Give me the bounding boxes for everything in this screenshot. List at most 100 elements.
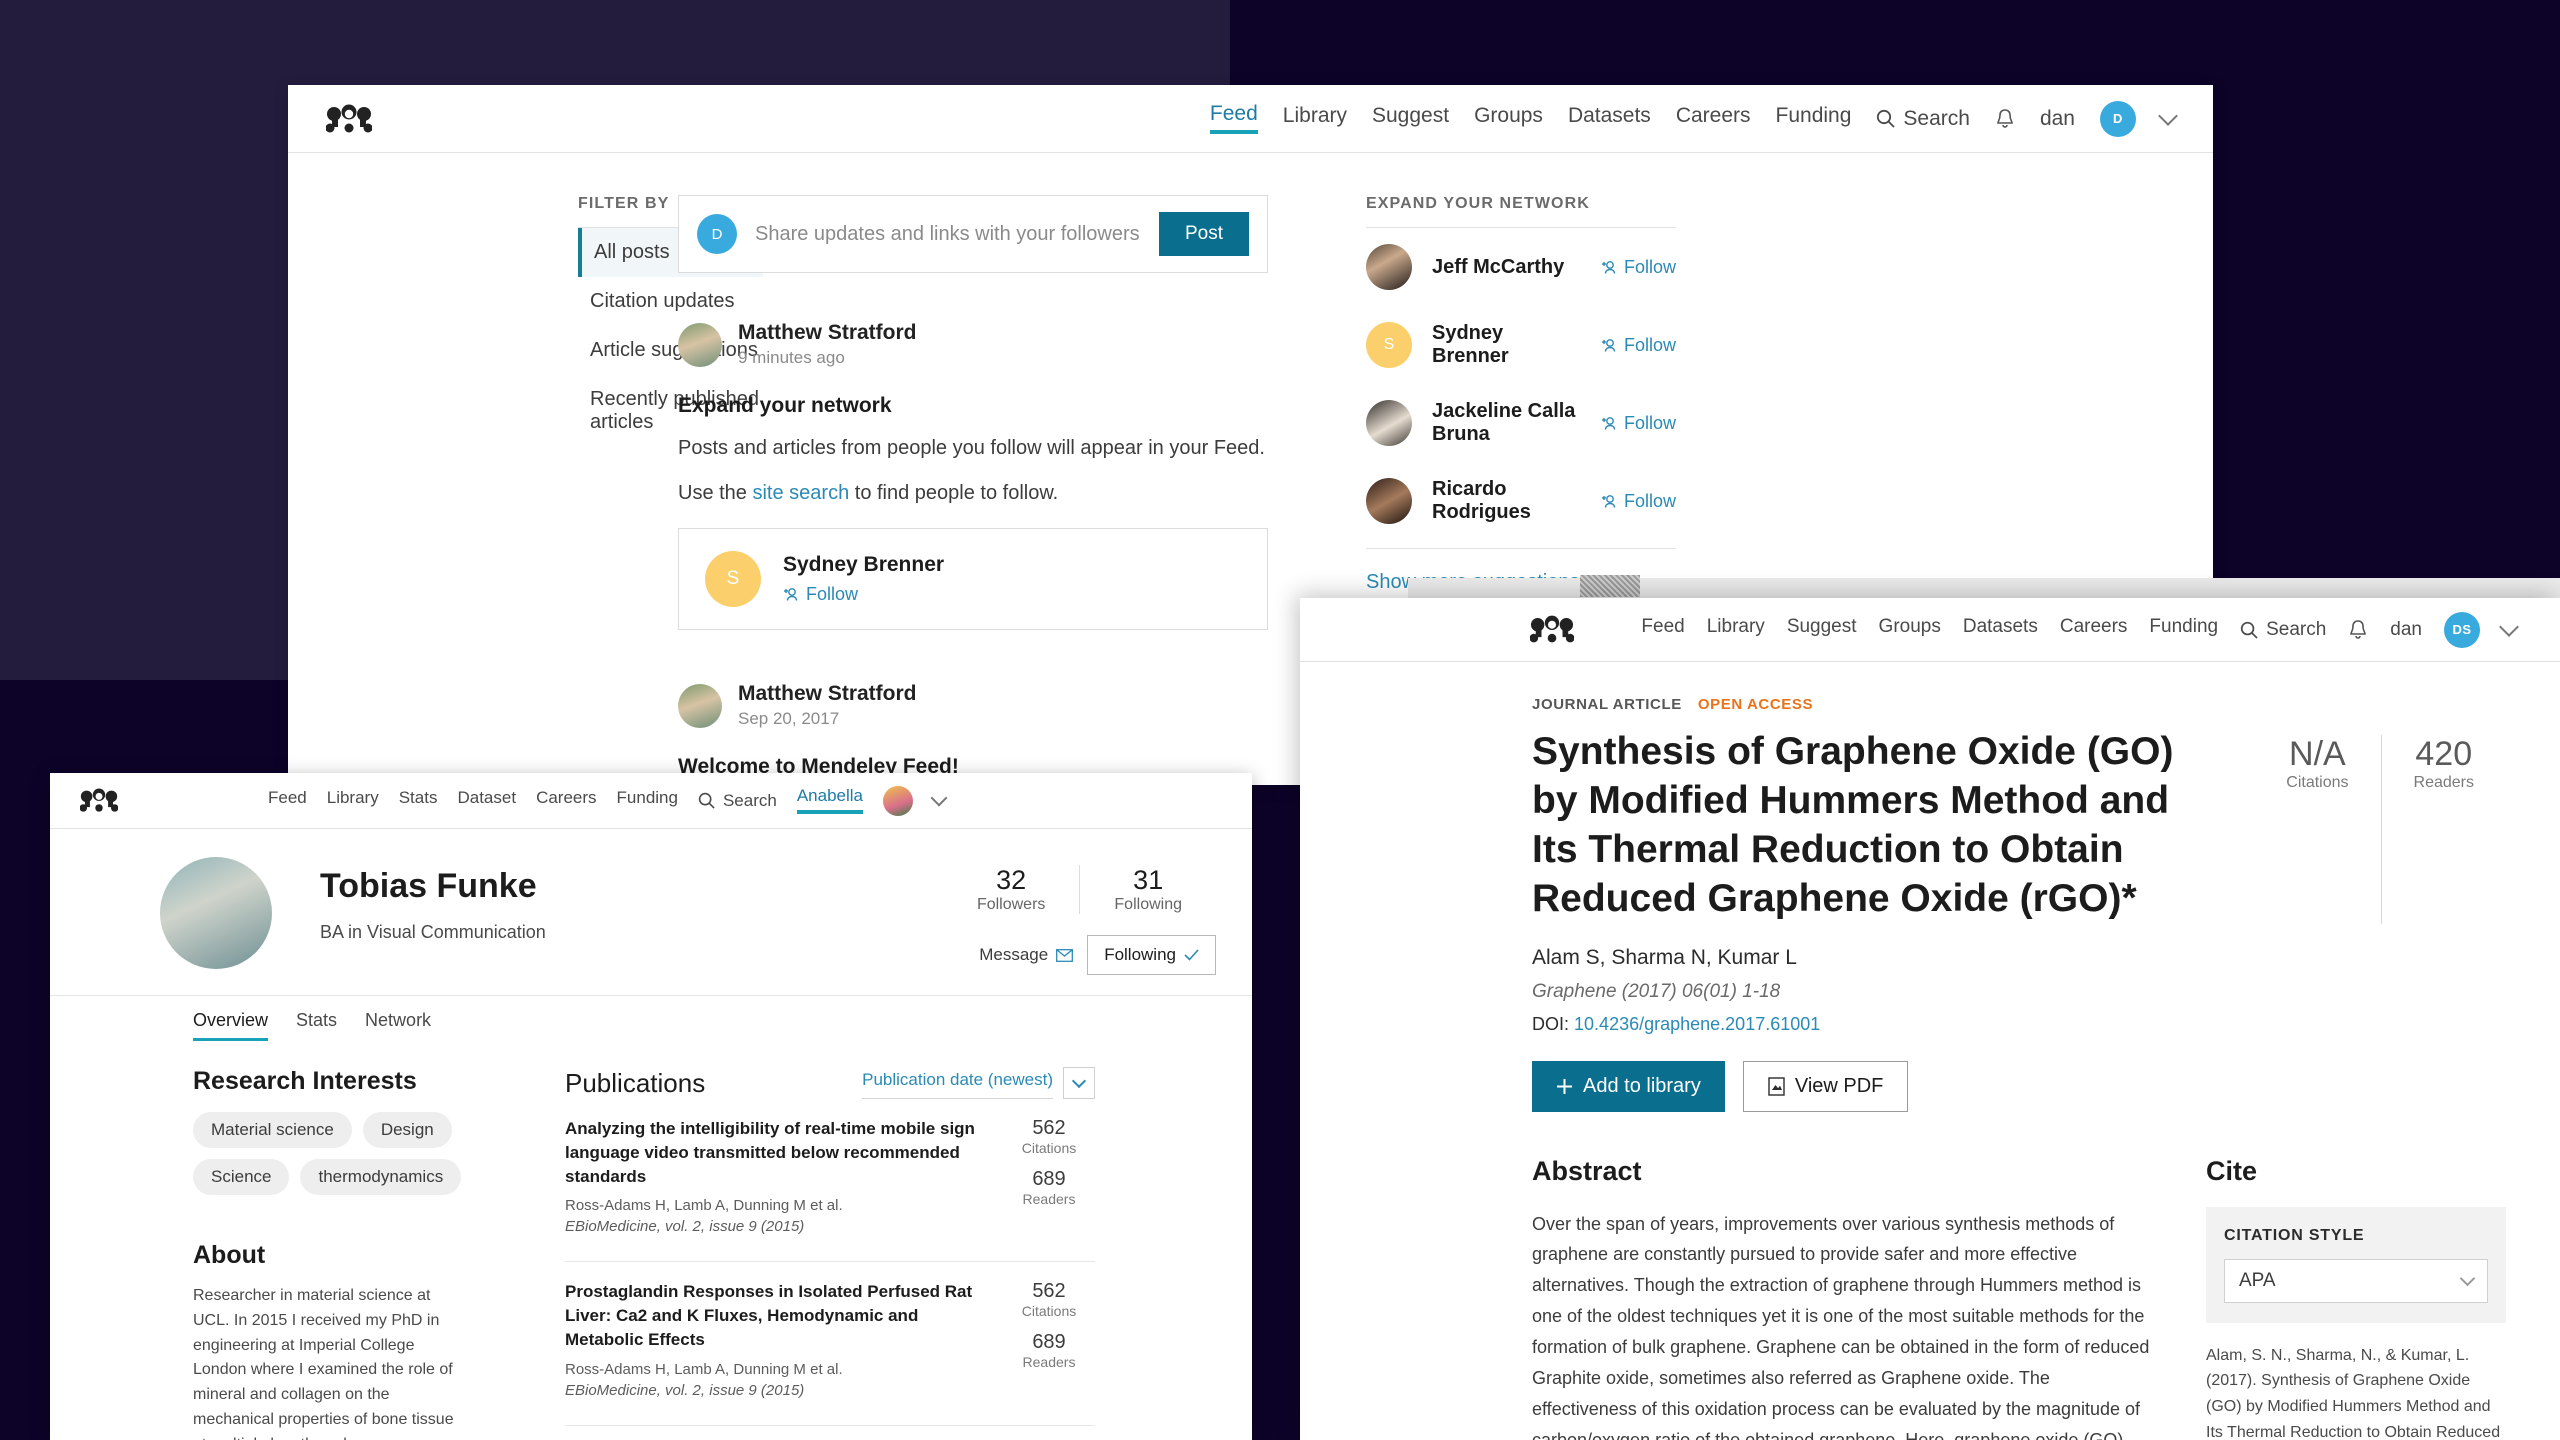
nav-item-feed[interactable]: Feed: [1641, 617, 1684, 642]
cite-column: Cite CITATION STYLE APA Alam, S. N., Sha…: [2206, 1156, 2506, 1440]
notifications-button[interactable]: [1995, 108, 2015, 130]
followers-stat[interactable]: 32 Followers: [943, 865, 1079, 914]
person-avatar[interactable]: S: [1366, 322, 1412, 368]
post-timestamp: Sep 20, 2017: [738, 709, 840, 728]
person-name[interactable]: Sydney Brenner: [1432, 322, 1581, 368]
follow-person-icon: [784, 588, 798, 601]
feed-column: D Share updates and links with your foll…: [678, 195, 1268, 785]
tag-science[interactable]: Science: [193, 1159, 290, 1195]
nav-item-funding[interactable]: Funding: [617, 789, 678, 812]
nav-item-groups[interactable]: Groups: [1879, 617, 1941, 642]
notifications-button[interactable]: [2348, 619, 2368, 641]
following-stat[interactable]: 31 Following: [1079, 865, 1216, 914]
publication-row[interactable]: Joint effects of Epstein-Barr virus and …: [565, 1426, 1095, 1440]
nav-item-groups[interactable]: Groups: [1474, 105, 1543, 132]
post-author-avatar[interactable]: [678, 683, 722, 728]
add-to-library-button[interactable]: Add to library: [1532, 1060, 1725, 1112]
nav-item-feed[interactable]: Feed: [1209, 103, 1258, 134]
follow-button[interactable]: Follow: [1601, 413, 1676, 434]
chevron-down-icon[interactable]: [2499, 617, 2519, 637]
suggestion-avatar[interactable]: S: [705, 551, 761, 607]
publication-main: Analyzing the intelligibility of real-ti…: [565, 1117, 1003, 1235]
post-line-1: Posts and articles from people you follo…: [678, 437, 1265, 459]
person-name[interactable]: Jackeline Calla Bruna: [1432, 400, 1581, 446]
publications-sort[interactable]: Publication date (newest): [862, 1067, 1095, 1099]
nav-item-datasets[interactable]: Datasets: [1963, 617, 2038, 642]
person-avatar[interactable]: [1366, 478, 1412, 524]
follow-button[interactable]: Follow: [1601, 335, 1676, 356]
follow-button[interactable]: Follow: [783, 584, 944, 605]
site-search-link[interactable]: site search: [752, 482, 849, 504]
citations-count: 562: [1032, 1280, 1066, 1303]
chevron-down-icon[interactable]: [2158, 106, 2178, 126]
nav-item-library[interactable]: Library: [327, 789, 379, 812]
publication-row[interactable]: Prostaglandin Responses in Isolated Perf…: [565, 1262, 1095, 1426]
about-text: Researcher in material science at UCL. I…: [193, 1287, 454, 1440]
nav-item-careers[interactable]: Careers: [2060, 617, 2128, 642]
nav-item-stats[interactable]: Stats: [399, 789, 438, 812]
check-icon: [1184, 949, 1199, 961]
search-button[interactable]: Search: [1876, 107, 1970, 131]
bell-icon: [2350, 619, 2367, 639]
suggestion-name[interactable]: Sydney Brenner: [783, 553, 944, 577]
post-line2-pre: Use the: [678, 482, 753, 504]
chevron-down-icon[interactable]: [930, 789, 948, 807]
follow-person-icon: [1601, 494, 1616, 508]
search-button[interactable]: Search: [2240, 619, 2326, 641]
search-icon: [1877, 109, 1896, 128]
doi-link[interactable]: 10.4236/graphene.2017.61001: [1574, 1014, 1820, 1034]
citation-style-label: CITATION STYLE: [2224, 1226, 2365, 1244]
avatar[interactable]: DS: [2444, 611, 2480, 648]
tag-material-science[interactable]: Material science: [193, 1112, 352, 1148]
view-pdf-button[interactable]: View PDF: [1742, 1060, 1909, 1112]
nav-item-careers[interactable]: Careers: [1676, 105, 1751, 132]
message-button[interactable]: Message: [979, 945, 1074, 965]
nav-item-careers[interactable]: Careers: [536, 789, 596, 812]
person-name[interactable]: Jeff McCarthy: [1432, 256, 1581, 279]
follow-button[interactable]: Follow: [1601, 491, 1676, 512]
avatar[interactable]: [883, 785, 914, 816]
tag-design[interactable]: Design: [362, 1112, 452, 1148]
suggestion-card: S Sydney Brenner Follow: [678, 528, 1268, 630]
nav-item-funding[interactable]: Funding: [2149, 617, 2218, 642]
search-icon: [698, 792, 715, 809]
nav-item-library[interactable]: Library: [1707, 617, 1765, 642]
post-author-name[interactable]: Matthew Stratford: [738, 321, 917, 345]
person-name[interactable]: Ricardo Rodrigues: [1432, 478, 1581, 524]
tab-stats[interactable]: Stats: [296, 1010, 337, 1041]
nav-item-suggest[interactable]: Suggest: [1787, 617, 1857, 642]
tab-network[interactable]: Network: [365, 1010, 431, 1041]
sort-dropdown-button[interactable]: [1063, 1067, 1095, 1099]
tab-overview[interactable]: Overview: [193, 1010, 269, 1041]
nav-item-library[interactable]: Library: [1283, 105, 1347, 132]
nav-item-dataset[interactable]: Dataset: [457, 789, 516, 812]
profile-meta: Tobias Funke BA in Visual Communication: [320, 857, 546, 943]
share-box: D Share updates and links with your foll…: [678, 195, 1268, 273]
citation-style-select[interactable]: APA: [2224, 1258, 2488, 1303]
nav-item-feed[interactable]: Feed: [268, 789, 307, 812]
citations-value: N/A: [2289, 735, 2346, 773]
nav-item-funding[interactable]: Funding: [1776, 105, 1852, 132]
person-avatar[interactable]: [1366, 244, 1412, 290]
person-avatar[interactable]: [1366, 400, 1412, 446]
nav-item-datasets[interactable]: Datasets: [1568, 105, 1651, 132]
tag-thermodynamics[interactable]: thermodynamics: [300, 1159, 462, 1195]
share-input[interactable]: Share updates and links with your follow…: [755, 223, 1141, 246]
nav-item-user[interactable]: Anabella: [796, 787, 864, 814]
publication-title[interactable]: Analyzing the intelligibility of real-ti…: [565, 1117, 979, 1188]
post-button[interactable]: Post: [1158, 212, 1249, 256]
post-timestamp: 9 minutes ago: [738, 348, 845, 367]
search-button[interactable]: Search: [698, 791, 777, 811]
nav-item-suggest[interactable]: Suggest: [1372, 105, 1449, 132]
doi-label: DOI:: [1532, 1013, 1570, 1034]
publication-row[interactable]: Analyzing the intelligibility of real-ti…: [565, 1099, 1095, 1263]
post-author-name[interactable]: Matthew Stratford: [738, 682, 917, 706]
following-button[interactable]: Following: [1087, 935, 1216, 975]
profile-tabs: Overview Stats Network: [50, 996, 1252, 1041]
follow-button[interactable]: Follow: [1601, 257, 1676, 278]
post-author-avatar[interactable]: [678, 322, 722, 367]
citations-metric: N/A Citations: [2254, 735, 2380, 924]
avatar[interactable]: D: [2100, 100, 2136, 137]
publication-title[interactable]: Prostaglandin Responses in Isolated Perf…: [565, 1280, 979, 1351]
abstract-text: Over the span of years, improvements ove…: [1532, 1213, 2150, 1440]
